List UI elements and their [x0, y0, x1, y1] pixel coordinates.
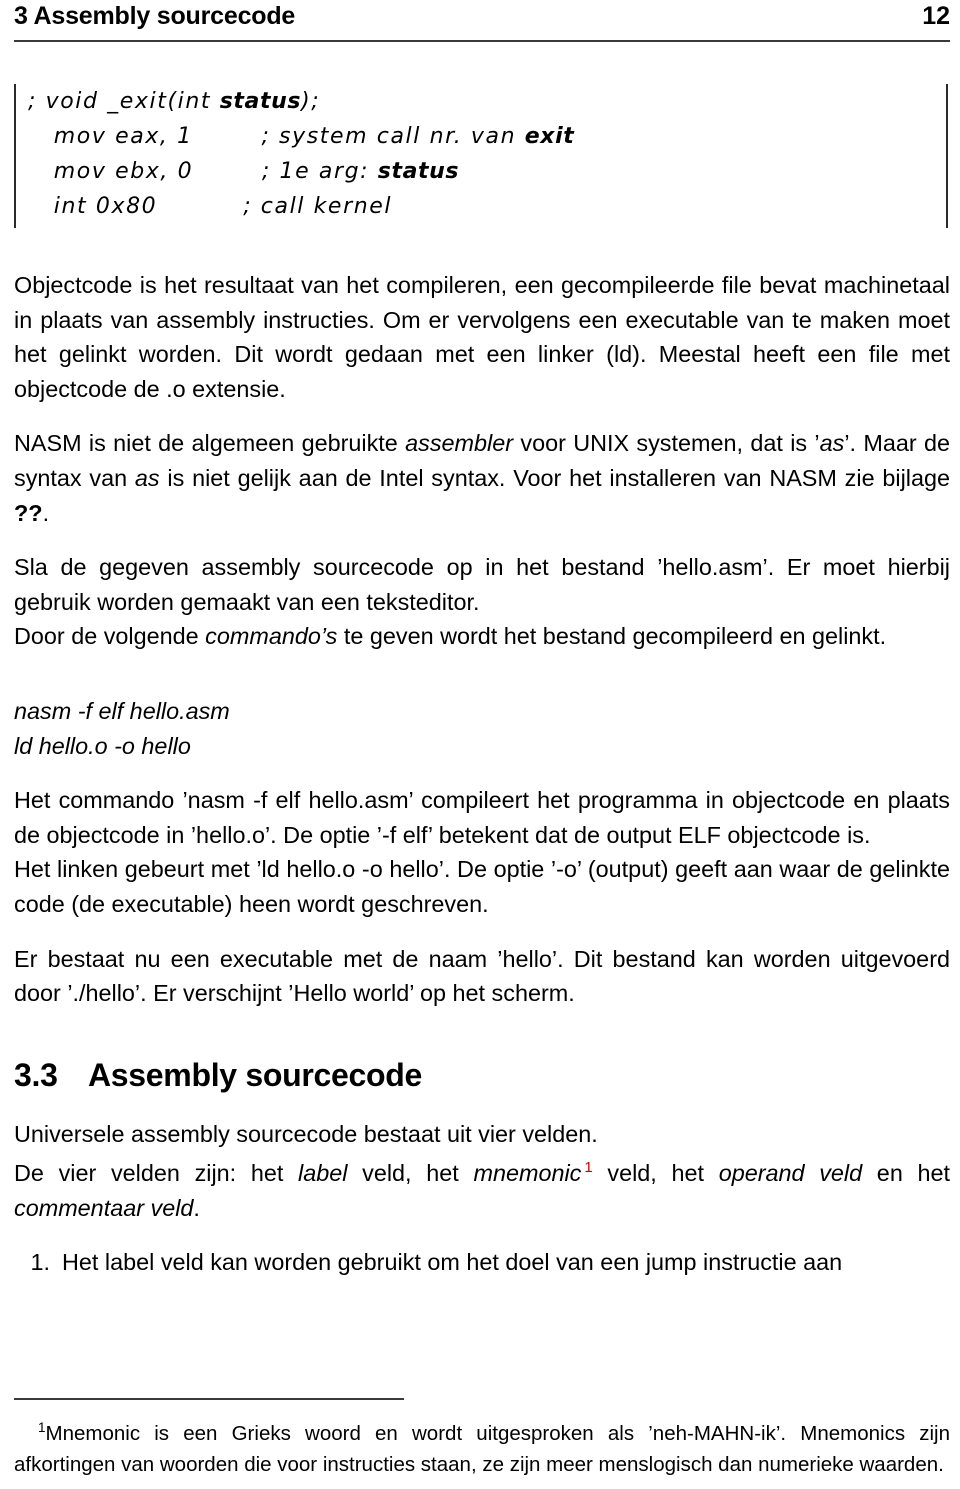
- code-seg: ; void _exit(int: [28, 89, 220, 114]
- text-run: veld, het: [347, 1160, 474, 1187]
- emphasis-commentaar-veld: commentaar veld: [14, 1194, 194, 1221]
- section-number: 3.3: [14, 1056, 58, 1093]
- paragraph-sla-sourcecode: Sla de gegeven assembly sourcecode op in…: [14, 554, 950, 615]
- emphasis-operand-veld: operand veld: [718, 1160, 863, 1187]
- footnote-area: 1Mnemonic is een Grieks woord en wordt u…: [14, 1398, 950, 1480]
- footnote-separator-rule: [14, 1398, 404, 1400]
- text-run: voor UNIX systemen, dat is ’: [513, 430, 820, 457]
- paragraph-nasm: NASM is niet de algemeen gebruikte assem…: [14, 426, 950, 530]
- page-header: 3 Assembly sourcecode 12: [14, 2, 950, 31]
- code-seg-bold: exit: [524, 124, 575, 149]
- code-line-3: mov ebx, 0 ; 1e arg: status: [16, 154, 946, 189]
- list-item: 1. Het label veld kan worden gebruikt om…: [14, 1245, 950, 1280]
- text-run: .: [42, 499, 50, 526]
- text-run: NASM is niet de algemeen gebruikte: [14, 430, 406, 457]
- code-block: ; void _exit(int status); mov eax, 1 ; s…: [14, 84, 948, 228]
- code-seg-bold: status: [377, 159, 460, 184]
- text-run: Door de volgende: [14, 623, 206, 650]
- emphasis-as: as: [134, 464, 160, 491]
- emphasis-commandos: commando’s: [205, 623, 338, 650]
- paragraph-objectcode: Objectcode is het resultaat van het comp…: [14, 272, 950, 402]
- paragraph-vier-velden: De vier velden zijn: het label veld, het…: [14, 1151, 950, 1225]
- page-number: 12: [922, 2, 950, 30]
- header-chapter-title: 3 Assembly sourcecode: [14, 2, 296, 30]
- document-page: 3 Assembly sourcecode 12 ; void _exit(in…: [0, 0, 960, 1489]
- code-seg-bold: status: [219, 89, 302, 114]
- header-rule: [14, 40, 950, 42]
- heading-gap: [14, 1095, 950, 1117]
- text-run: en het: [862, 1160, 951, 1187]
- code-line-1: ; void _exit(int status);: [16, 84, 946, 119]
- paragraph-commandos: Door de volgende commando’s te geven wor…: [14, 619, 950, 654]
- text-run: veld, het: [592, 1160, 719, 1187]
- list-item-marker: 1.: [30, 1249, 50, 1276]
- footnote-text: 1Mnemonic is een Grieks woord en wordt u…: [14, 1412, 950, 1480]
- unresolved-reference: ??: [14, 499, 43, 526]
- code-line-4: int 0x80 ; call kernel: [16, 189, 946, 224]
- footnote-number: 1: [38, 1420, 46, 1435]
- list-item-text: Het label veld kan worden gebruikt om he…: [62, 1249, 843, 1276]
- emphasis-assembler: assembler: [405, 430, 514, 457]
- paragraph-ld-explanation: Het linken gebeurt met ’ld hello.o -o he…: [14, 856, 950, 917]
- text-run: is niet gelijk aan de Intel syntax. Voor…: [159, 464, 950, 491]
- text-run: De vier velden zijn: het: [14, 1160, 299, 1187]
- code-line-2: mov eax, 1 ; system call nr. van exit: [16, 119, 946, 154]
- text-run: Mnemonic is een Grieks woord en wordt ui…: [14, 1421, 950, 1476]
- command-ld: ld hello.o -o hello: [14, 732, 191, 759]
- section-heading: 3.3 Assembly sourcecode: [14, 1055, 950, 1095]
- paragraph-nasm-explanation: Het commando ’nasm -f elf hello.asm’ com…: [14, 787, 950, 848]
- text-run: .: [193, 1194, 200, 1221]
- code-seg: );: [301, 89, 321, 114]
- command-nasm: nasm -f elf hello.asm: [14, 697, 230, 724]
- footnote-reference-marker[interactable]: 1: [581, 1159, 592, 1176]
- section-title: Assembly sourcecode: [88, 1056, 423, 1093]
- code-seg: mov eax, 1 ; system call nr. van: [28, 124, 525, 149]
- emphasis-as: as: [819, 430, 845, 457]
- code-seg: mov ebx, 0 ; 1e arg:: [28, 159, 378, 184]
- code-seg: int 0x80 ; call kernel: [28, 194, 393, 219]
- paragraph-velden-intro: Universele assembly sourcecode bestaat u…: [14, 1120, 598, 1147]
- page-body: Objectcode is het resultaat van het comp…: [14, 268, 950, 1280]
- emphasis-label: label: [298, 1160, 348, 1187]
- text-run: te geven wordt het bestand gecompileerd …: [337, 623, 887, 650]
- paragraph-executable: Er bestaat nu een executable met de naam…: [14, 945, 950, 1007]
- emphasis-mnemonic: mnemonic: [473, 1160, 582, 1187]
